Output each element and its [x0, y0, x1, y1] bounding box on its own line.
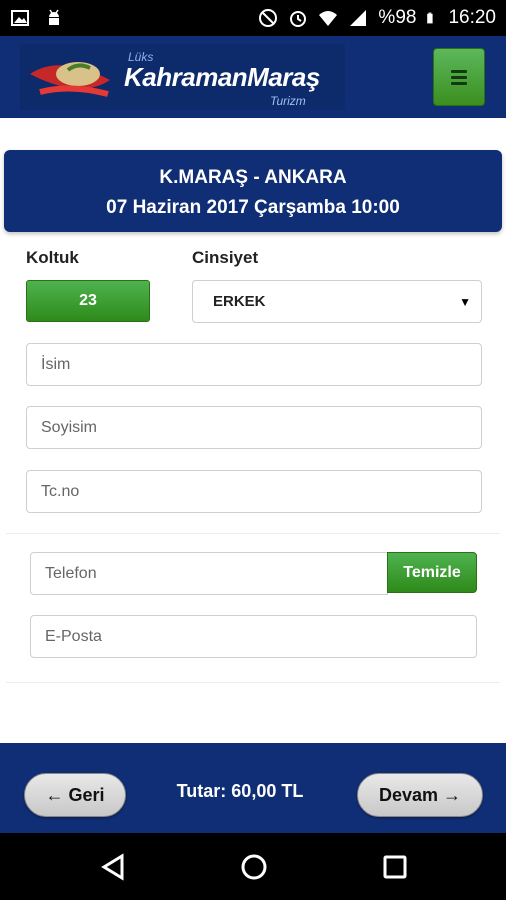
- brand-logo[interactable]: Lüks KahramanMaraş Turizm: [20, 44, 345, 110]
- signal-icon: [350, 10, 367, 26]
- clear-button[interactable]: Temizle: [387, 552, 477, 593]
- gender-select-value: ERKEK: [213, 293, 266, 310]
- do-not-disturb-icon: [259, 9, 278, 27]
- first-name-input[interactable]: İsim: [26, 343, 482, 386]
- tc-number-input[interactable]: Tc.no: [26, 470, 482, 513]
- dropdown-arrow-icon: ▼: [459, 295, 471, 309]
- last-name-input[interactable]: Soyisim: [26, 406, 482, 449]
- logo-main-text: KahramanMaraş: [124, 62, 320, 92]
- hamburger-menu-icon: [451, 69, 467, 73]
- seat-label: Koltuk: [26, 248, 79, 267]
- hamburger-line: [451, 81, 467, 85]
- route-title: K.MARAŞ - ANKARA: [159, 167, 347, 188]
- section-divider: [6, 533, 500, 534]
- continue-button[interactable]: Devam →: [357, 773, 483, 817]
- footer-bar: ← Geri Tutar: 60,00 TL Devam →: [0, 743, 506, 833]
- gender-label: Cinsiyet: [192, 248, 259, 267]
- phone-input[interactable]: Telefon: [30, 552, 388, 595]
- pepper-icon: [30, 62, 110, 97]
- android-icon: [49, 9, 59, 25]
- recents-square-icon[interactable]: [382, 853, 408, 881]
- hamburger-menu-button[interactable]: [433, 48, 485, 106]
- app-header: Lüks KahramanMaraş Turizm: [0, 36, 506, 118]
- route-datetime: 07 Haziran 2017 Çarşamba 10:00: [106, 197, 400, 218]
- back-button[interactable]: ← Geri: [24, 773, 126, 817]
- logo-sub-text: Turizm: [270, 94, 306, 108]
- alarm-icon: [290, 11, 307, 27]
- total-price: Tutar: 60,00 TL: [176, 781, 304, 801]
- battery-icon: [427, 12, 434, 24]
- battery-percent: %98: [378, 7, 417, 28]
- wifi-icon: [319, 11, 338, 26]
- gender-select[interactable]: ERKEK ▼: [192, 280, 482, 323]
- hamburger-line: [451, 75, 467, 79]
- seat-number-button[interactable]: 23: [26, 280, 150, 322]
- route-card: K.MARAŞ - ANKARA 07 Haziran 2017 Çarşamb…: [4, 150, 502, 232]
- section-divider: [6, 682, 500, 683]
- back-triangle-icon[interactable]: [100, 853, 126, 881]
- image-icon: [11, 10, 29, 26]
- clock: 16:20: [448, 7, 496, 28]
- home-circle-icon[interactable]: [240, 853, 268, 881]
- email-input[interactable]: E-Posta: [30, 615, 477, 658]
- system-navigation-bar: [0, 833, 506, 900]
- status-bar: %98 16:20: [0, 0, 506, 36]
